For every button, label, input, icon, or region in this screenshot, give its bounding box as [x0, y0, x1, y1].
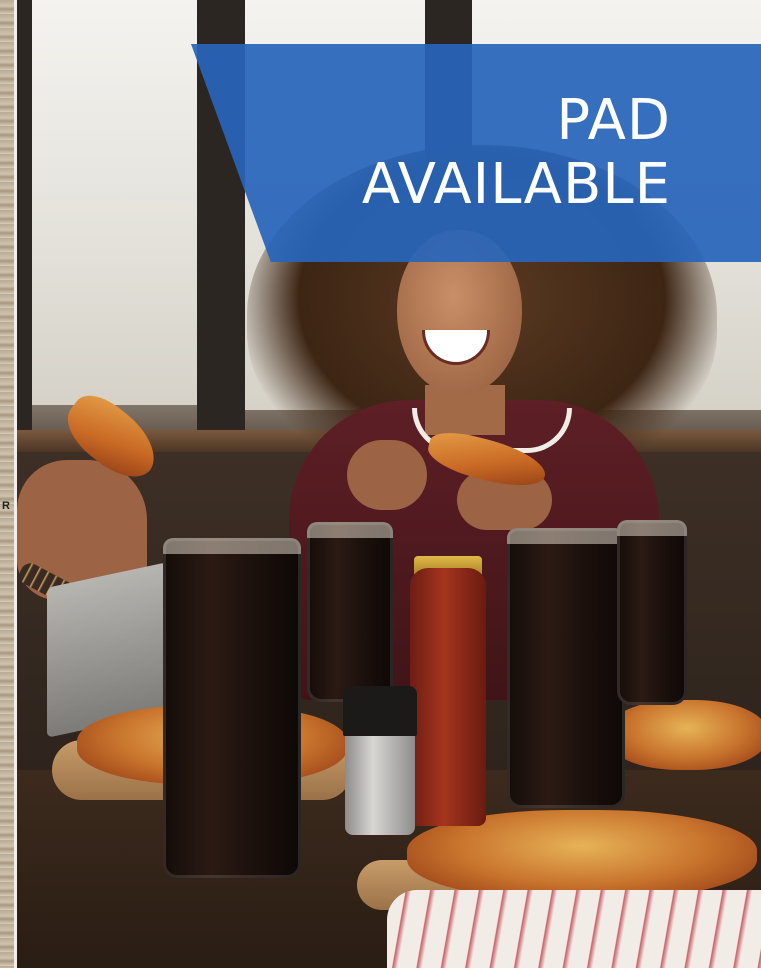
glass-foam [163, 538, 301, 554]
pizza-right [607, 700, 761, 770]
map-strip: R [0, 0, 17, 968]
banner-heading: PAD AVAILABLE [231, 44, 671, 262]
napkin [387, 890, 761, 968]
glass-foam [507, 528, 625, 544]
window-pane-left [32, 0, 197, 405]
cola-glass [163, 538, 301, 878]
banner-line-1: PAD [556, 88, 671, 153]
glass-foam [617, 520, 687, 536]
glass-foam [307, 522, 393, 538]
cola-glass [507, 528, 625, 808]
spice-shaker-cap [343, 686, 417, 736]
window-mullion [17, 0, 32, 440]
woman-arm [347, 440, 427, 510]
banner-line-2: AVAILABLE [361, 152, 671, 217]
map-letter: R [2, 500, 10, 512]
cola-glass [617, 520, 687, 705]
flyer-page: R PAD AVAILABLE [0, 0, 761, 968]
sauce-bottle [410, 568, 486, 826]
cola-glass [307, 522, 393, 702]
